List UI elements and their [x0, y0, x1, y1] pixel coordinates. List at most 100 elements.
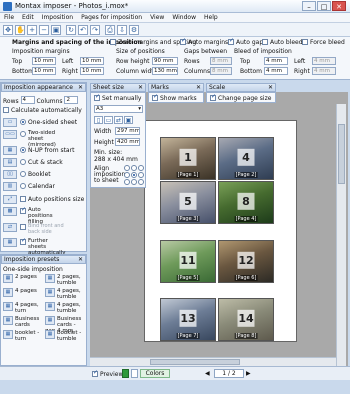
cut-stack-radio[interactable]: [20, 159, 26, 165]
photo-position[interactable]: 14 [Page 8]: [218, 298, 274, 341]
align-radio[interactable]: [124, 165, 130, 171]
horizontal-scrollbar[interactable]: [90, 357, 336, 366]
maximize-button[interactable]: □: [317, 1, 331, 11]
bind-front-back-option[interactable]: ⇄ Bind front and back side: [3, 223, 64, 235]
align-radio[interactable]: [124, 179, 130, 185]
preset-item[interactable]: ▦ 4 pages, tumble: [45, 302, 86, 314]
set-manually-check[interactable]: [94, 93, 100, 101]
preset-item[interactable]: ▦ 4 pages, turn: [3, 302, 44, 314]
menu-pages-for-imposition[interactable]: Pages for imposition: [77, 13, 146, 21]
menu-help[interactable]: Help: [200, 13, 222, 21]
prev-page-icon[interactable]: ◀: [205, 370, 212, 378]
panel-close-icon[interactable]: ✕: [138, 84, 143, 91]
settings-icon[interactable]: ⚙: [129, 25, 139, 35]
auto-bleed-checkbox[interactable]: Auto bleed: [262, 39, 303, 46]
preset-item[interactable]: ▦ booklet - turn: [3, 330, 44, 342]
height-field[interactable]: 420 mm: [115, 138, 140, 146]
auto-gaps-check[interactable]: [228, 37, 234, 45]
swap-icon[interactable]: ⇄: [114, 116, 123, 124]
force-bleed-checkbox[interactable]: Force bleed: [302, 39, 345, 46]
auto-margins-check[interactable]: [180, 37, 186, 45]
landscape-icon[interactable]: ▭: [104, 116, 113, 124]
preset-item[interactable]: ▦ booklet - tumble: [45, 330, 86, 342]
next-page-icon[interactable]: ▶: [246, 370, 253, 378]
panel-close-icon[interactable]: ✕: [78, 256, 83, 263]
show-marks-checkbox[interactable]: Show marks: [152, 93, 197, 102]
row-height-field[interactable]: 90 mm: [152, 57, 178, 65]
photo-position[interactable]: 12 [Page 6]: [218, 240, 274, 283]
cut-stack-option[interactable]: ▤ Cut & stack: [3, 158, 63, 167]
colors-button[interactable]: Colors: [140, 369, 170, 378]
auto-size-check[interactable]: [20, 196, 26, 202]
calendar-option[interactable]: ▥ Calendar: [3, 182, 55, 191]
redo-icon[interactable]: ↷: [90, 25, 100, 35]
auto-filling-check[interactable]: [20, 206, 26, 214]
preset-item[interactable]: ▦ 2 pages: [3, 274, 44, 283]
column-width-field[interactable]: 130 mm: [152, 67, 178, 75]
set-manually-checkbox[interactable]: Set manually: [94, 93, 141, 102]
align-radio[interactable]: [124, 172, 130, 178]
show-marks-check[interactable]: [152, 93, 158, 101]
export-icon[interactable]: ⇩: [117, 25, 127, 35]
photo-position[interactable]: 4 [Page 2]: [218, 137, 274, 180]
vertical-scrollbar[interactable]: [336, 104, 346, 366]
right-margin-field[interactable]: 10 mm: [80, 67, 104, 75]
menu-view[interactable]: View: [146, 13, 168, 21]
one-sided-option[interactable]: ▭ One-sided sheet: [3, 118, 77, 127]
zoom-out-icon[interactable]: −: [39, 25, 49, 35]
menu-file[interactable]: File: [0, 13, 18, 21]
width-field[interactable]: 297 mm: [115, 127, 140, 135]
photo-position[interactable]: 11 [Page 5]: [160, 240, 216, 283]
bleed-right-field[interactable]: 4 mm: [312, 67, 336, 75]
menu-imposition[interactable]: Imposition: [38, 13, 77, 21]
auto-bleed-check[interactable]: [262, 39, 268, 45]
change-page-size-checkbox[interactable]: Change page size: [210, 93, 271, 102]
preset-item[interactable]: ▦ Business cards: [3, 316, 44, 328]
undo-icon[interactable]: ↶: [78, 25, 88, 35]
align-radio[interactable]: [138, 179, 144, 185]
preset-item[interactable]: ▦ 2 pages, tumble: [45, 274, 86, 286]
bleed-bottom-field[interactable]: 4 mm: [264, 67, 288, 75]
tab-marks[interactable]: Marks ✕: [148, 83, 204, 92]
auto-size-option[interactable]: ⤢ Auto positions size: [3, 195, 84, 204]
calendar-radio[interactable]: [20, 183, 26, 189]
minimize-button[interactable]: –: [302, 1, 316, 11]
photo-position[interactable]: 13 [Page 7]: [160, 298, 216, 341]
print-icon[interactable]: ⎙: [105, 25, 115, 35]
previews-check[interactable]: [92, 369, 98, 377]
nup-radio[interactable]: [20, 147, 26, 153]
close-button[interactable]: ✕: [332, 1, 346, 11]
format-select[interactable]: A3 ▾: [94, 105, 143, 113]
preset-item[interactable]: ▦ 4 pages, tumble: [45, 288, 86, 300]
two-sided-radio[interactable]: [20, 131, 26, 137]
calc-auto-check[interactable]: [3, 107, 9, 113]
align-radio[interactable]: [138, 165, 144, 171]
preset-item[interactable]: ▦ 4 pages: [3, 288, 44, 297]
force-bleed-check[interactable]: [302, 39, 308, 45]
menu-window[interactable]: Window: [168, 13, 200, 21]
photo-position[interactable]: 1 [Page 1]: [160, 137, 216, 180]
panel-close-icon[interactable]: ✕: [78, 84, 83, 91]
move-icon[interactable]: ✥: [3, 25, 13, 35]
booklet-option[interactable]: ▯▯ Booklet: [3, 170, 51, 179]
auto-margins-checkbox[interactable]: Auto margins: [180, 37, 228, 46]
calc-auto-checkbox[interactable]: Calculate automatically: [3, 107, 82, 114]
gap-columns-field[interactable]: 8 mm: [210, 67, 232, 75]
panel-close-icon[interactable]: ✕: [268, 84, 273, 91]
portrait-icon[interactable]: ▯: [94, 116, 103, 124]
change-page-size-check[interactable]: [210, 93, 216, 101]
columns-field[interactable]: 2: [64, 96, 79, 104]
align-radio[interactable]: [131, 179, 137, 185]
booklet-radio[interactable]: [20, 171, 26, 177]
gap-rows-field[interactable]: 8 mm: [210, 57, 232, 65]
align-grid[interactable]: [124, 165, 144, 185]
color-mode-icon[interactable]: [122, 369, 129, 378]
tab-scale[interactable]: Scale ✕: [206, 83, 276, 92]
nup-option[interactable]: ▦ N-UP from start: [3, 146, 74, 155]
refresh-icon[interactable]: ↻: [66, 25, 76, 35]
align-radio[interactable]: [138, 172, 144, 178]
zoom-in-icon[interactable]: +: [27, 25, 37, 35]
fit-icon[interactable]: ▣: [51, 25, 61, 35]
horizontal-scroll-thumb[interactable]: [150, 359, 240, 365]
one-sided-radio[interactable]: [20, 119, 26, 125]
